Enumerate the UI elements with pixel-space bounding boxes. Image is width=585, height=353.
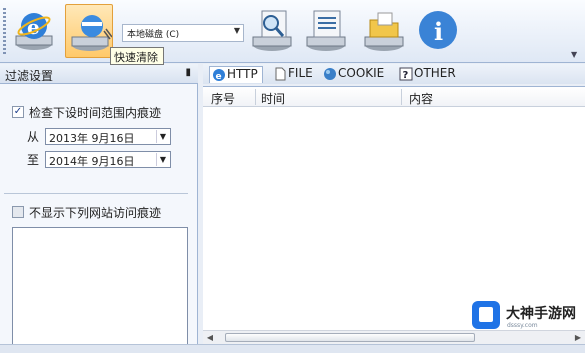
scroll-left-icon[interactable]: ◀ xyxy=(203,331,217,344)
svg-text:e: e xyxy=(216,72,222,82)
time-range-checkbox[interactable]: ✓ xyxy=(12,106,24,118)
tab-other-label: OTHER xyxy=(414,66,456,80)
tab-other[interactable]: ? OTHER xyxy=(397,66,456,83)
column-header-content[interactable]: 内容 xyxy=(409,90,433,107)
watermark-logo xyxy=(472,301,500,329)
to-date-value: 2014年 9月16日 xyxy=(49,155,135,168)
tab-cookie[interactable]: COOKIE xyxy=(321,66,384,83)
exclude-sites-label: 不显示下列网站访问痕迹 xyxy=(29,206,162,220)
info-icon: i xyxy=(419,11,457,49)
time-range-label: 检查下设时间范围内痕迹 xyxy=(29,106,162,120)
info-button[interactable]: i xyxy=(414,4,462,58)
column-separator[interactable] xyxy=(255,89,256,105)
from-date-picker[interactable]: 2013年 9月16日 ▼ xyxy=(45,128,171,145)
tooltip: 快速清除 xyxy=(110,47,164,65)
drive-select[interactable]: 本地磁盘 (C) ▼ xyxy=(122,24,244,42)
scroll-right-icon[interactable]: ▶ xyxy=(571,331,585,344)
ie-cleanup-button[interactable]: e xyxy=(10,4,58,58)
drive-scan-icon xyxy=(252,10,292,51)
excluded-sites-list[interactable] xyxy=(12,227,188,349)
chevron-down-icon[interactable]: ▼ xyxy=(156,130,169,143)
filter-panel-title: 过滤设置 xyxy=(5,69,54,83)
ie-icon: e xyxy=(213,69,225,82)
toolbar: e 本地磁盘 (C) ▼ i ▼ xyxy=(0,0,585,63)
toolbar-grip[interactable] xyxy=(3,8,6,54)
column-header-index[interactable]: 序号 xyxy=(211,90,235,107)
tab-file[interactable]: FILE xyxy=(271,66,313,83)
toolbar-overflow-icon[interactable]: ▼ xyxy=(571,50,577,59)
divider xyxy=(4,193,188,194)
ie-cleanup-icon: e xyxy=(15,13,53,50)
svg-text:i: i xyxy=(434,17,443,46)
from-date-value: 2013年 9月16日 xyxy=(49,132,135,145)
question-icon: ? xyxy=(399,67,413,81)
folder-drive-icon xyxy=(364,12,404,51)
status-bar xyxy=(0,344,585,353)
tab-http-label: HTTP xyxy=(227,67,258,81)
watermark-url: dsssy.com xyxy=(507,322,538,329)
watermark-name: 大神手游网 xyxy=(506,306,576,322)
drive-report-icon xyxy=(306,10,346,51)
filter-panel-header: 过滤设置 ▮ xyxy=(0,64,198,84)
horizontal-scrollbar[interactable]: ◀ ▶ xyxy=(203,330,585,344)
chevron-down-icon[interactable]: ▼ xyxy=(156,153,169,166)
exclude-sites-checkbox[interactable] xyxy=(12,206,24,218)
drive-select-value: 本地磁盘 (C) xyxy=(127,30,180,40)
scroll-thumb[interactable] xyxy=(225,333,475,342)
quick-clean-button[interactable] xyxy=(65,4,113,58)
drive-report-button[interactable] xyxy=(302,4,350,58)
svg-text:?: ? xyxy=(403,70,409,81)
tab-file-label: FILE xyxy=(288,66,313,80)
to-label: 至 xyxy=(27,153,40,167)
column-separator[interactable] xyxy=(401,89,402,105)
filter-panel: 过滤设置 ▮ ✓ 检查下设时间范围内痕迹 从 2013年 9月16日 ▼ 至 2… xyxy=(0,64,198,353)
pin-icon[interactable]: ▮ xyxy=(185,67,191,78)
from-label: 从 xyxy=(27,130,40,144)
to-date-picker[interactable]: 2014年 9月16日 ▼ xyxy=(45,151,171,168)
tab-cookie-label: COOKIE xyxy=(338,66,385,80)
tab-bar: e HTTP FILE COOKIE ? OTHER xyxy=(203,64,585,84)
folder-drive-button[interactable] xyxy=(360,4,408,58)
column-header-time[interactable]: 时间 xyxy=(261,90,285,107)
cookie-icon xyxy=(324,68,336,80)
drive-scan-button[interactable] xyxy=(248,4,296,58)
file-icon xyxy=(275,67,286,81)
tab-http[interactable]: e HTTP xyxy=(209,66,263,83)
quick-clean-icon xyxy=(71,15,112,51)
chevron-down-icon: ▼ xyxy=(233,26,240,35)
table-header: 序号 时间 内容 xyxy=(203,87,585,107)
